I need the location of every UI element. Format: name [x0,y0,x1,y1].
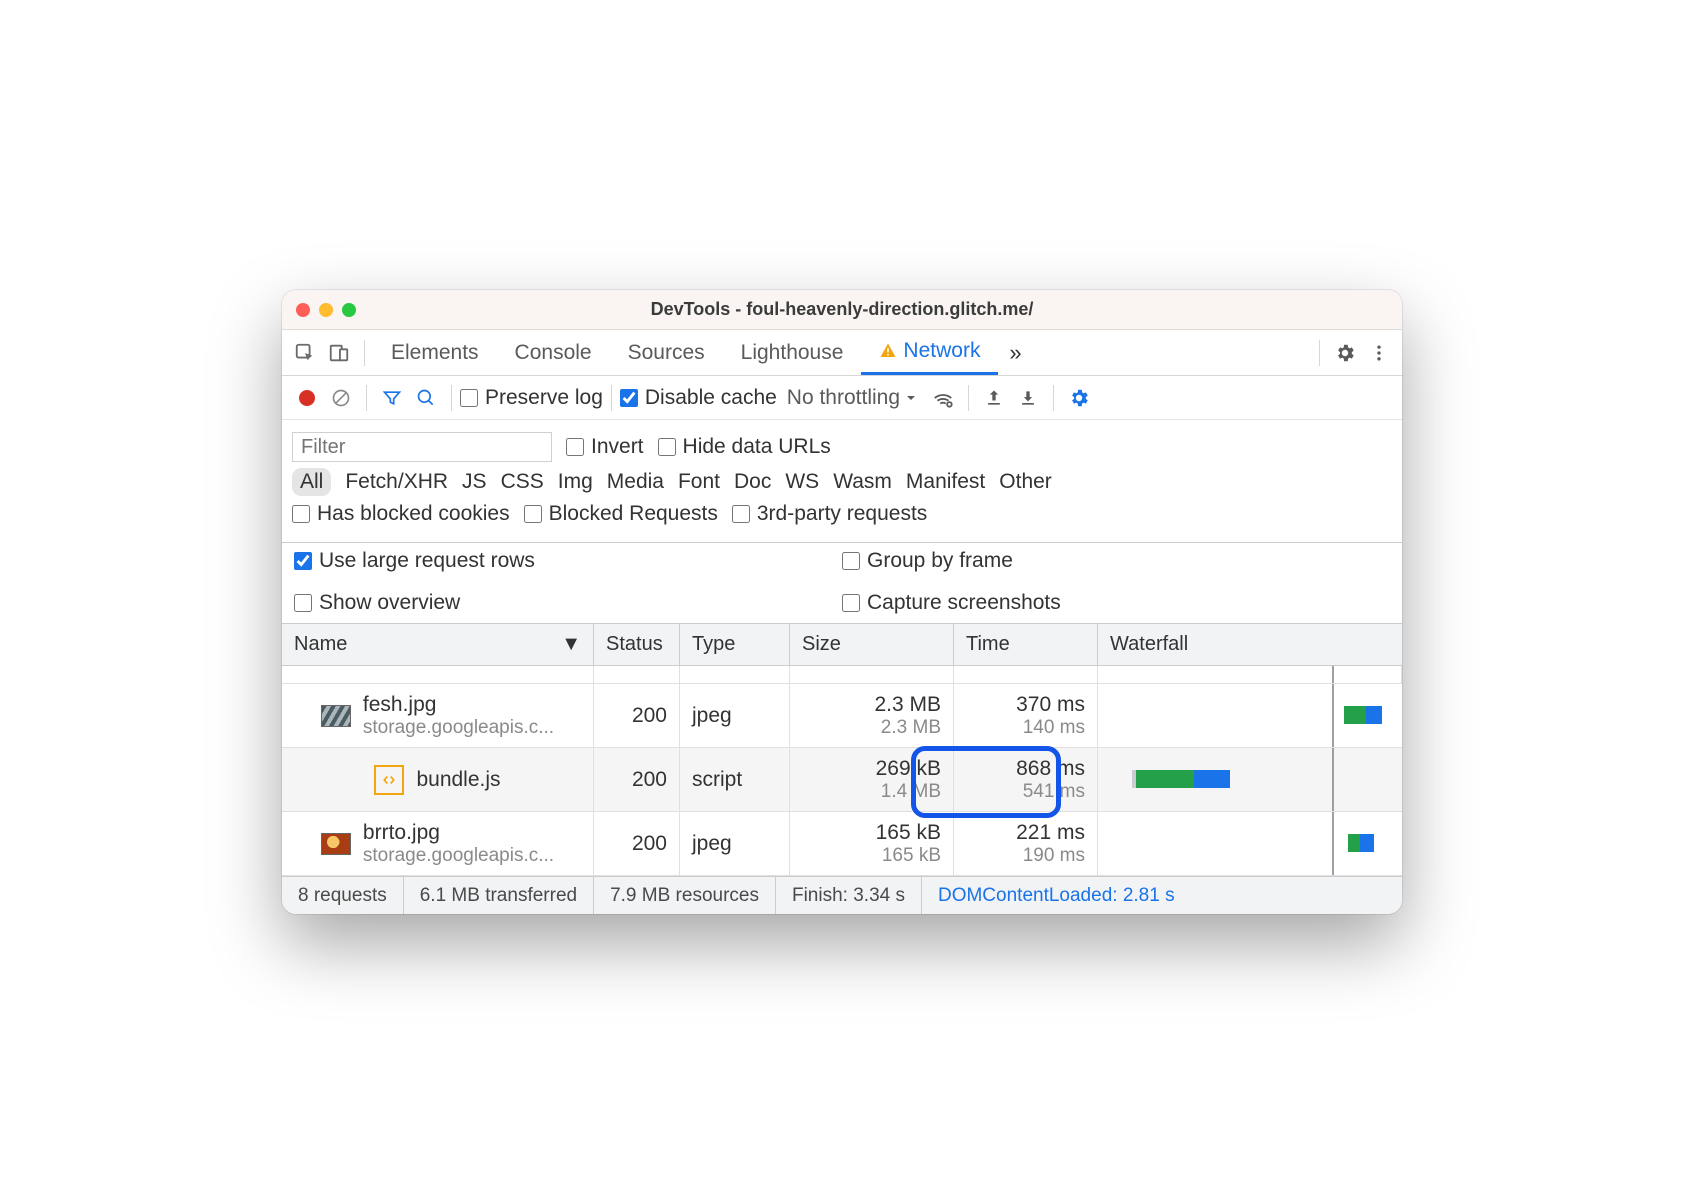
caret-down-icon [906,393,916,403]
large-rows-checkbox[interactable]: Use large request rows [294,549,842,573]
status-transferred: 6.1 MB transferred [404,877,594,914]
record-button[interactable] [290,381,324,415]
filter-type-all[interactable]: All [292,468,331,496]
filter-type-js[interactable]: JS [462,470,487,494]
filter-type-fetch[interactable]: Fetch/XHR [345,470,448,494]
request-name: bundle.js [416,768,500,792]
close-window-button[interactable] [296,303,310,317]
filter-type-font[interactable]: Font [678,470,720,494]
throttling-select[interactable]: No throttling [777,386,926,410]
request-name: brrto.jpg [363,821,554,845]
tab-console[interactable]: Console [497,330,610,375]
header-time[interactable]: Time [954,624,1098,665]
upload-har-icon[interactable] [977,381,1011,415]
show-overview-checkbox[interactable]: Show overview [294,591,842,615]
settings-gear-icon[interactable] [1328,336,1362,370]
kebab-menu-icon[interactable] [1362,336,1396,370]
image-thumb-icon [321,833,351,855]
panel-tabbar: Elements Console Sources Lighthouse Netw… [282,330,1402,376]
header-status[interactable]: Status [594,624,680,665]
type-filter-list: All Fetch/XHR JS CSS Img Media Font Doc … [292,468,1392,496]
script-icon [374,765,404,795]
filter-bar: Invert Hide data URLs All Fetch/XHR JS C… [282,420,1402,543]
has-blocked-cookies-checkbox[interactable]: Has blocked cookies [292,502,510,526]
request-name: fesh.jpg [363,693,554,717]
filter-type-img[interactable]: Img [558,470,593,494]
search-icon[interactable] [409,381,443,415]
network-toolbar: Preserve log Disable cache No throttling [282,376,1402,420]
blocked-requests-checkbox[interactable]: Blocked Requests [524,502,718,526]
table-row[interactable]: bundle.js 200 script 269 kB1.4 MB 868 ms… [282,748,1402,812]
separator [451,385,452,411]
filter-type-ws[interactable]: WS [785,470,819,494]
network-settings-gear-icon[interactable] [1062,381,1096,415]
hide-data-urls-checkbox[interactable]: Hide data URLs [658,435,831,459]
separator [366,385,367,411]
filter-type-doc[interactable]: Doc [734,470,771,494]
separator [611,385,612,411]
tab-lighthouse[interactable]: Lighthouse [723,330,862,375]
filter-type-manifest[interactable]: Manifest [906,470,985,494]
waterfall-cell [1098,748,1402,811]
separator [1053,385,1054,411]
table-row[interactable]: fesh.jpgstorage.googleapis.c... 200 jpeg… [282,684,1402,748]
capture-screenshots-checkbox[interactable]: Capture screenshots [842,591,1390,615]
filter-type-wasm[interactable]: Wasm [833,470,892,494]
header-name[interactable]: Name▼ [282,624,594,665]
preserve-log-checkbox[interactable]: Preserve log [460,386,603,410]
inspect-element-icon[interactable] [288,336,322,370]
network-options: Use large request rows Group by frame Sh… [282,543,1402,624]
request-table: fesh.jpgstorage.googleapis.c... 200 jpeg… [282,666,1402,876]
table-row [282,666,1402,684]
status-domcontentloaded: DOMContentLoaded: 2.81 s [922,877,1191,914]
zoom-window-button[interactable] [342,303,356,317]
tab-network[interactable]: Network [861,330,998,375]
request-domain: storage.googleapis.c... [363,845,554,867]
disable-cache-checkbox[interactable]: Disable cache [620,386,777,410]
header-type[interactable]: Type [680,624,790,665]
header-size[interactable]: Size [790,624,954,665]
device-toolbar-icon[interactable] [322,336,356,370]
traffic-lights [296,303,356,317]
filter-input[interactable] [292,432,552,462]
group-by-frame-checkbox[interactable]: Group by frame [842,549,1390,573]
header-waterfall[interactable]: Waterfall [1098,624,1402,665]
titlebar: DevTools - foul-heavenly-direction.glitc… [282,290,1402,330]
status-finish: Finish: 3.34 s [776,877,922,914]
tab-sources[interactable]: Sources [610,330,723,375]
minimize-window-button[interactable] [319,303,333,317]
status-resources: 7.9 MB resources [594,877,776,914]
download-har-icon[interactable] [1011,381,1045,415]
window-title: DevTools - foul-heavenly-direction.glitc… [282,299,1402,320]
filter-type-css[interactable]: CSS [501,470,544,494]
status-requests: 8 requests [282,877,404,914]
warning-icon [879,342,897,360]
network-conditions-icon[interactable] [926,381,960,415]
separator [1319,340,1320,366]
image-thumb-icon [321,705,351,727]
clear-icon[interactable] [324,381,358,415]
separator [968,385,969,411]
waterfall-cell [1098,684,1402,747]
filter-type-media[interactable]: Media [607,470,664,494]
separator [364,340,365,366]
table-header-row: Name▼ Status Type Size Time Waterfall [282,624,1402,666]
waterfall-cell [1098,812,1402,875]
filter-type-other[interactable]: Other [999,470,1052,494]
sort-caret-icon: ▼ [561,633,581,656]
tab-elements[interactable]: Elements [373,330,497,375]
invert-checkbox[interactable]: Invert [566,435,644,459]
third-party-checkbox[interactable]: 3rd-party requests [732,502,927,526]
devtools-window: DevTools - foul-heavenly-direction.glitc… [282,290,1402,914]
table-row[interactable]: brrto.jpgstorage.googleapis.c... 200 jpe… [282,812,1402,876]
status-bar: 8 requests 6.1 MB transferred 7.9 MB res… [282,876,1402,914]
filter-icon[interactable] [375,381,409,415]
more-tabs-icon[interactable]: » [998,336,1032,370]
request-domain: storage.googleapis.c... [363,717,554,739]
